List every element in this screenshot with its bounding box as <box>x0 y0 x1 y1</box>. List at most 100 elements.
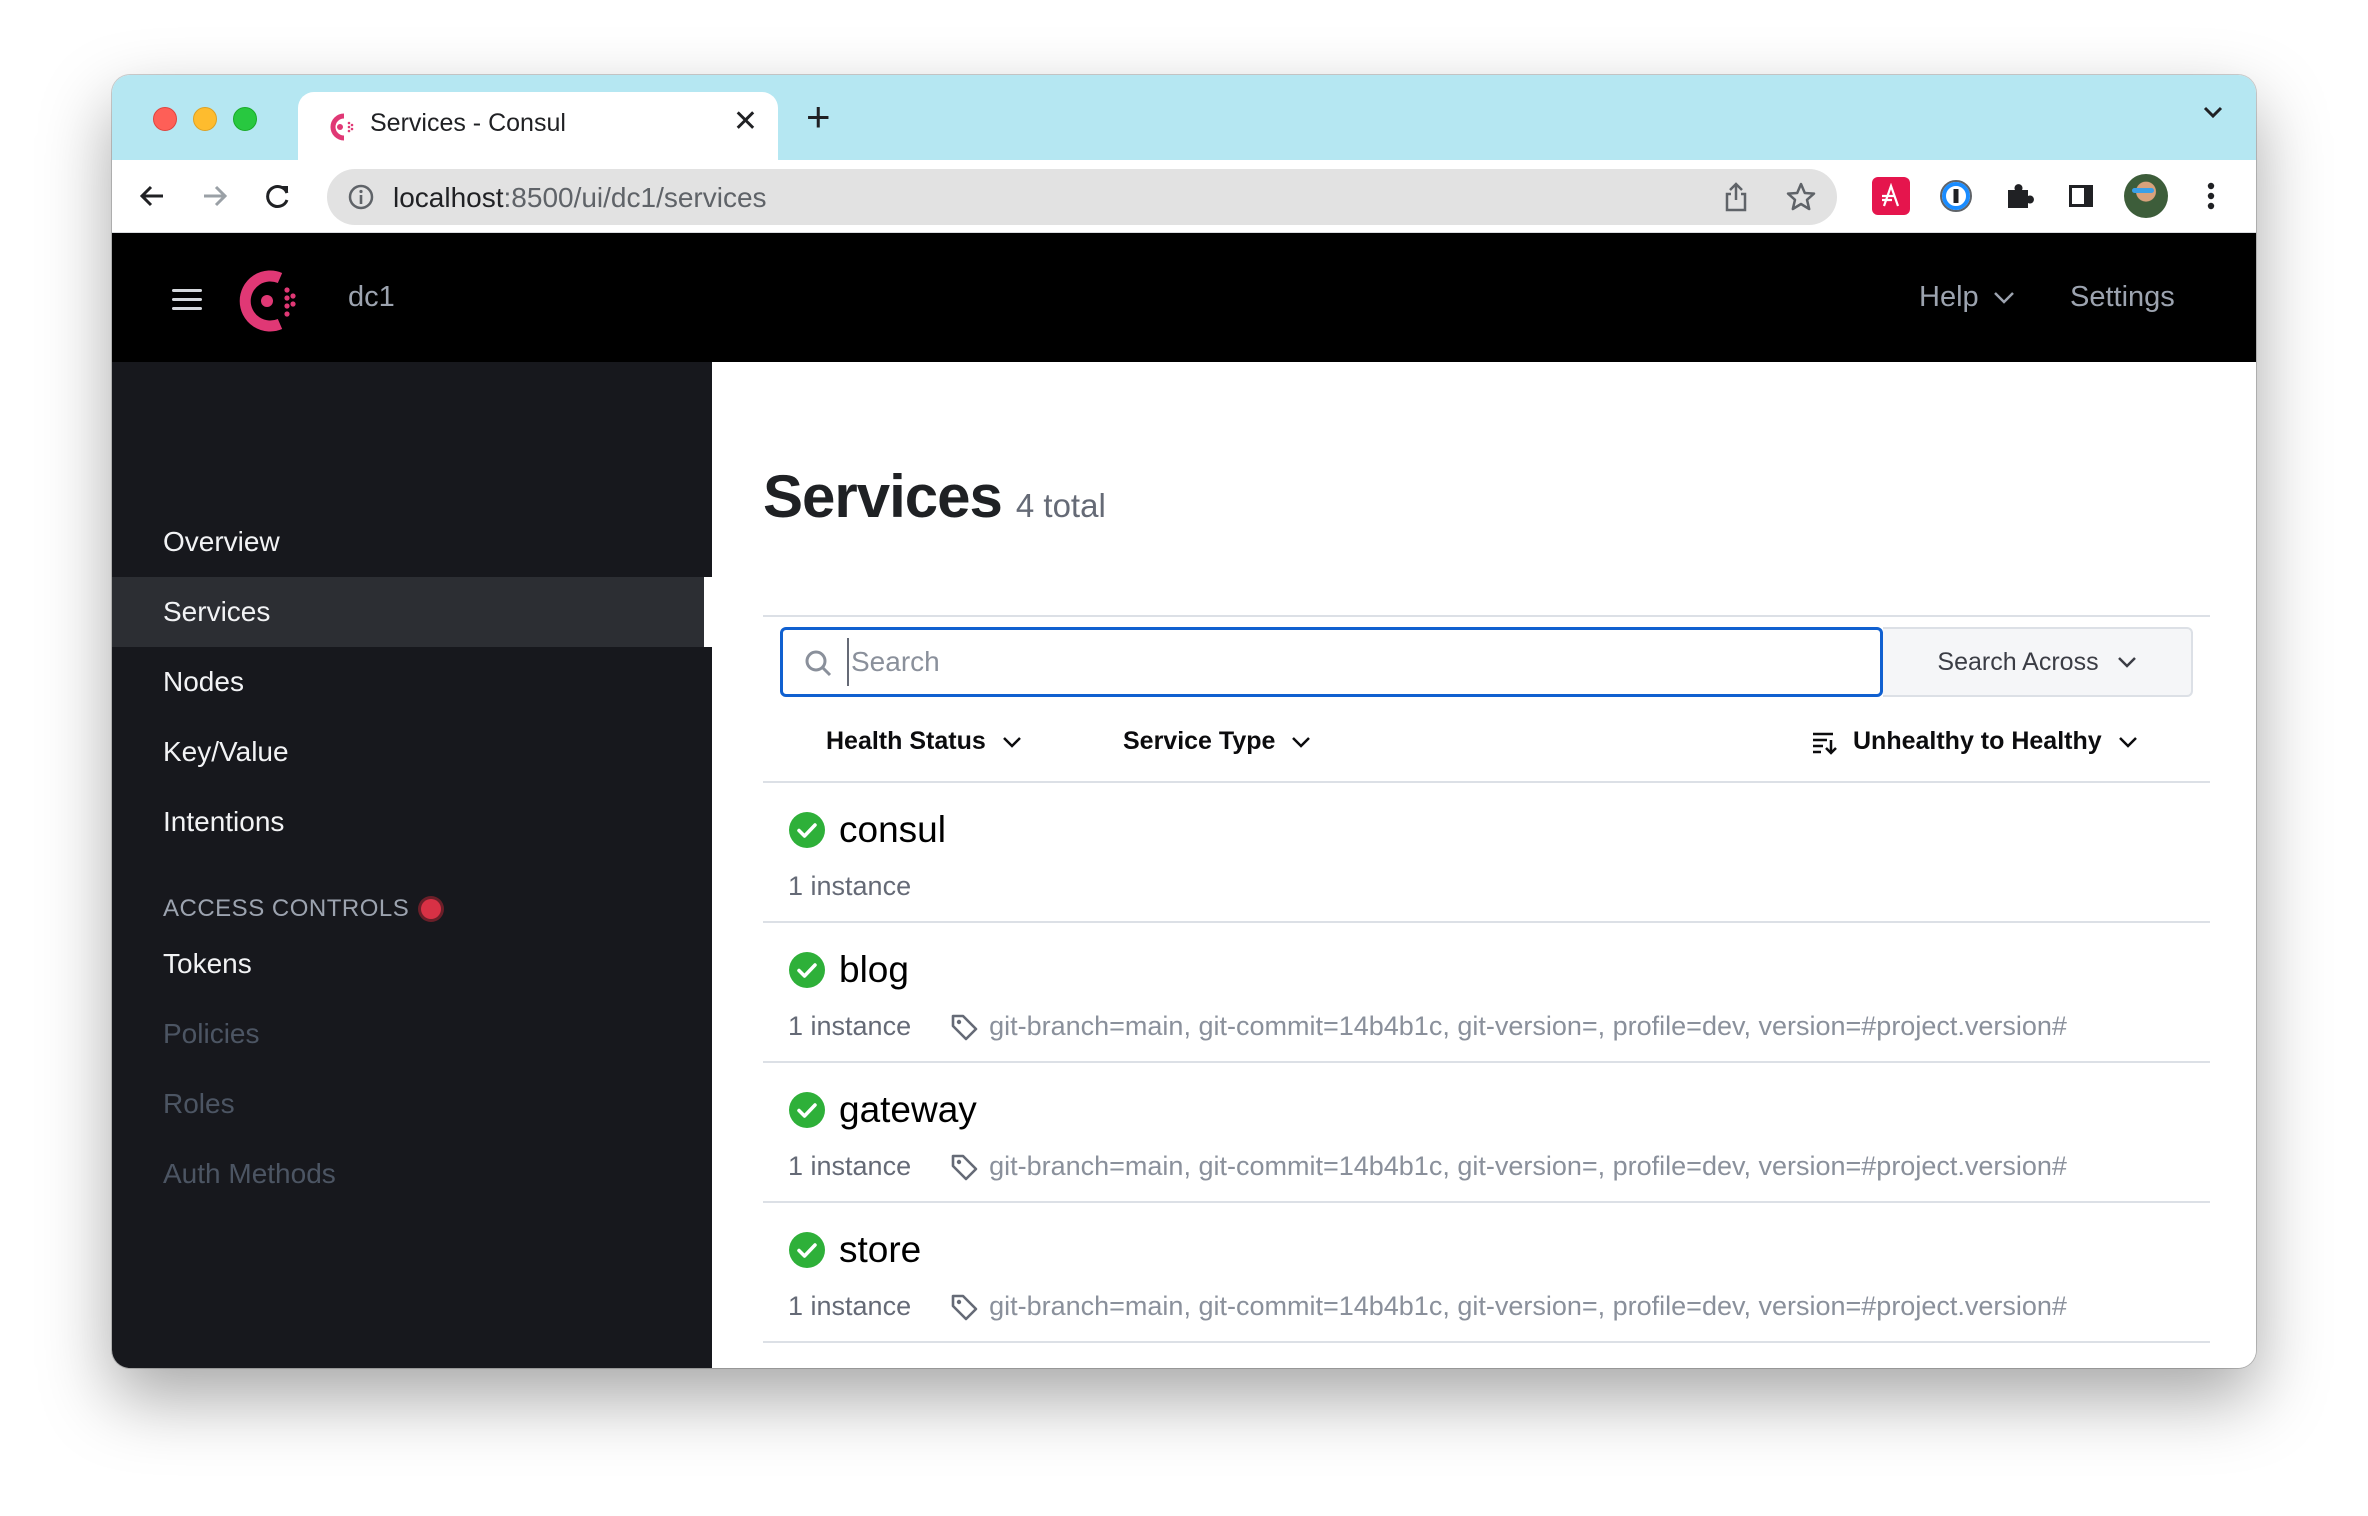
arrow-right-icon <box>204 185 228 207</box>
chevron-down-icon <box>1292 736 1311 748</box>
chevron-down-icon <box>1993 291 2014 304</box>
app-header: dc1 Help Settings <box>112 233 2256 362</box>
share-icon[interactable] <box>1721 181 1751 213</box>
arrow-left-icon <box>139 185 163 207</box>
chevron-down-icon <box>1002 736 1021 748</box>
1password-icon[interactable] <box>1937 177 1975 215</box>
health-passing-icon <box>789 812 825 848</box>
main-content: Services 4 total Search Across Health St… <box>712 362 2256 1368</box>
access-controls-heading: ACCESS CONTROLS <box>163 895 442 923</box>
browser-toolbar: localhost:8500/ui/dc1/services <box>112 160 2256 233</box>
minimize-window-button[interactable] <box>193 107 217 131</box>
close-window-button[interactable] <box>153 107 177 131</box>
search-input[interactable] <box>847 638 1857 686</box>
bookmark-star-icon[interactable] <box>1785 181 1817 213</box>
sidebar-item-tokens[interactable]: Tokens <box>112 929 712 999</box>
title-divider <box>763 615 2210 617</box>
acl-disabled-indicator-icon <box>421 899 442 919</box>
asana-extension-icon[interactable] <box>1872 177 1910 215</box>
settings-link[interactable]: Settings <box>2070 281 2175 314</box>
consul-favicon-icon <box>330 113 354 141</box>
service-name[interactable]: store <box>839 1229 921 1271</box>
url-text: localhost:8500/ui/dc1/services <box>393 182 767 214</box>
url-host: localhost <box>393 182 504 213</box>
back-button[interactable] <box>132 176 172 216</box>
page-title-text: Services <box>763 463 1003 530</box>
tag-icon <box>951 1154 978 1180</box>
sort-label: Unhealthy to Healthy <box>1853 727 2102 755</box>
reload-icon <box>266 185 289 208</box>
filter-bar: Health Status Service Type Unhealthy to … <box>763 707 2210 783</box>
service-meta: 1 instance git-branch=main, git-commit=1… <box>788 1151 2067 1182</box>
help-menu-button[interactable]: Help <box>1919 281 2015 314</box>
side-panel-icon[interactable] <box>2062 177 2100 215</box>
tag-icon <box>951 1294 978 1320</box>
sidebar: Overview Services Nodes Key/Value Intent… <box>112 362 712 1368</box>
browser-window: Services - Consul ✕ + localhost:8500/ui/… <box>112 75 2256 1368</box>
datacenter-label[interactable]: dc1 <box>348 281 395 314</box>
sidebar-item-overview[interactable]: Overview <box>112 507 712 577</box>
service-tags: git-branch=main, git-commit=14b4b1c, git… <box>989 1291 2067 1321</box>
chevron-down-icon <box>2118 736 2137 748</box>
consul-version: Consul v1.13.1 <box>163 1364 316 1368</box>
service-row[interactable]: gateway 1 instance git-branch=main, git-… <box>763 1063 2210 1203</box>
sort-dropdown[interactable]: Unhealthy to Healthy <box>1811 727 2138 756</box>
browser-menu-icon[interactable] <box>2192 177 2230 215</box>
access-controls-label: ACCESS CONTROLS <box>163 895 410 922</box>
health-status-filter[interactable]: Health Status <box>826 727 1022 756</box>
service-row[interactable]: store 1 instance git-branch=main, git-co… <box>763 1203 2210 1343</box>
extensions-puzzle-icon[interactable] <box>2000 177 2038 215</box>
service-tags: git-branch=main, git-commit=14b4b1c, git… <box>989 1011 2067 1041</box>
service-type-label: Service Type <box>1123 727 1276 755</box>
service-meta: 1 instance git-branch=main, git-commit=1… <box>788 1291 2067 1322</box>
sidebar-item-nodes[interactable]: Nodes <box>112 647 712 717</box>
tag-icon <box>951 1014 978 1040</box>
sidebar-item-intentions[interactable]: Intentions <box>112 787 712 857</box>
search-field[interactable] <box>780 627 1883 697</box>
url-path: :8500/ui/dc1/services <box>503 182 767 213</box>
sidebar-item-services[interactable]: Services <box>112 577 712 647</box>
search-across-dropdown[interactable]: Search Across <box>1883 627 2193 697</box>
tab-title: Services - Consul <box>370 109 566 137</box>
profile-avatar[interactable] <box>2124 174 2168 218</box>
tab-strip: Services - Consul ✕ + <box>112 75 2256 160</box>
health-passing-icon <box>789 1232 825 1268</box>
service-meta: 1 instance <box>788 871 949 902</box>
service-name[interactable]: gateway <box>839 1089 977 1131</box>
tab-close-icon[interactable]: ✕ <box>733 104 758 139</box>
instance-count: 1 instance <box>788 1011 912 1041</box>
service-row[interactable]: consul 1 instance <box>763 783 2210 923</box>
site-info-icon[interactable] <box>347 183 375 211</box>
instance-count: 1 instance <box>788 871 912 901</box>
services-count: 4 total <box>1015 487 1106 524</box>
search-across-label: Search Across <box>1937 647 2099 676</box>
help-label: Help <box>1919 281 1979 313</box>
sidebar-item-policies: Policies <box>163 1018 260 1049</box>
address-bar[interactable]: localhost:8500/ui/dc1/services <box>327 169 1837 225</box>
health-passing-icon <box>789 952 825 988</box>
instance-count: 1 instance <box>788 1291 912 1321</box>
health-passing-icon <box>789 1092 825 1128</box>
service-type-filter[interactable]: Service Type <box>1123 727 1311 756</box>
service-name[interactable]: blog <box>839 949 909 991</box>
maximize-window-button[interactable] <box>233 107 257 131</box>
search-icon <box>805 650 832 677</box>
sidebar-item-key-value[interactable]: Key/Value <box>112 717 712 787</box>
sidebar-item-roles: Roles <box>163 1088 235 1119</box>
health-status-label: Health Status <box>826 727 986 755</box>
service-list: consul 1 instance blog 1 instance git-br… <box>763 783 2210 1343</box>
new-tab-icon[interactable]: + <box>806 93 831 141</box>
service-row[interactable]: blog 1 instance git-branch=main, git-com… <box>763 923 2210 1063</box>
forward-button[interactable] <box>195 176 235 216</box>
menu-hamburger-icon[interactable] <box>172 289 202 311</box>
service-tags: git-branch=main, git-commit=14b4b1c, git… <box>989 1151 2067 1181</box>
tab-search-chevron-icon[interactable] <box>2200 99 2226 125</box>
service-name[interactable]: consul <box>839 809 946 851</box>
browser-tab[interactable]: Services - Consul ✕ <box>298 92 778 160</box>
consul-logo-icon[interactable] <box>236 269 300 333</box>
page-title: Services 4 total <box>763 462 1106 531</box>
service-meta: 1 instance git-branch=main, git-commit=1… <box>788 1011 2067 1042</box>
sort-icon <box>1813 732 1837 755</box>
sidebar-item-auth-methods: Auth Methods <box>163 1158 336 1189</box>
reload-button[interactable] <box>258 176 298 216</box>
